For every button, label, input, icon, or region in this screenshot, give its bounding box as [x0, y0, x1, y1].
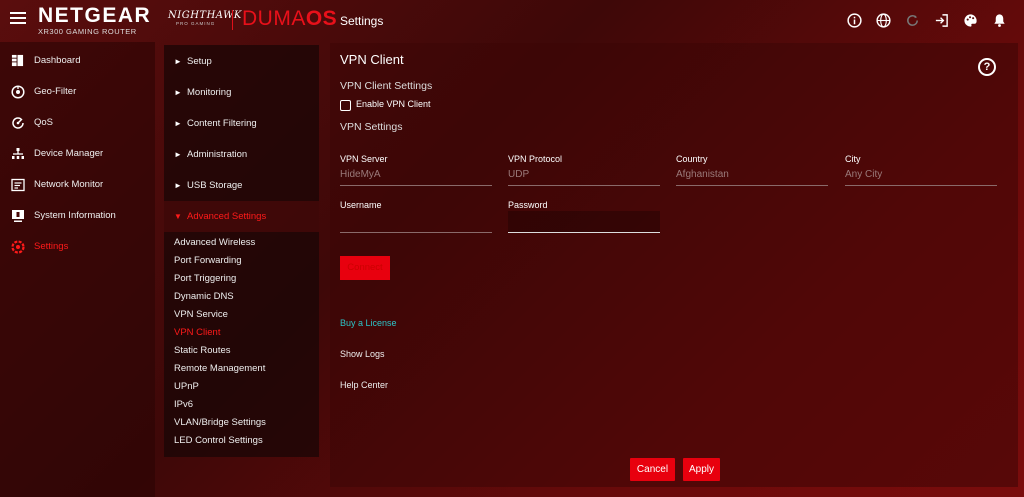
nav-item-vpn-client[interactable]: VPN Client — [174, 327, 220, 338]
nav-item-advanced-wireless[interactable]: Advanced Wireless — [174, 237, 255, 248]
nav-item-led-control-settings[interactable]: LED Control Settings — [174, 435, 263, 446]
connect-button[interactable]: Connect — [340, 256, 390, 280]
caret-right-icon: ► — [174, 150, 182, 159]
network-monitor-icon — [10, 177, 25, 192]
nav-section-advanced-settings[interactable]: ▼ Advanced Settings — [164, 201, 319, 232]
nav-section-content-filtering[interactable]: ► Content Filtering — [164, 108, 319, 139]
caret-down-icon: ▼ — [174, 212, 182, 221]
nav-section-setup[interactable]: ► Setup — [164, 46, 319, 77]
username-label: Username — [340, 200, 382, 210]
nighthawk-name: NIGHTHAWK — [168, 10, 242, 21]
help-icon[interactable]: ? — [978, 58, 996, 76]
bell-icon[interactable] — [991, 12, 1008, 29]
nav-section-monitoring[interactable]: ► Monitoring — [164, 77, 319, 108]
nav-item-static-routes[interactable]: Static Routes — [174, 345, 231, 356]
show-logs-link[interactable]: Show Logs — [340, 349, 385, 359]
main-sidebar: Dashboard Geo-Filter QoS Device Manager … — [0, 42, 155, 497]
refresh-icon[interactable] — [904, 12, 921, 29]
vpn-server-select[interactable]: HideMyA — [340, 164, 492, 186]
brand-name: NETGEAR — [38, 4, 152, 27]
geo-filter-icon — [10, 84, 25, 99]
sidebar-item-label: Settings — [34, 241, 69, 252]
nav-section-label: Setup — [187, 56, 212, 67]
sidebar-item-label: Dashboard — [34, 55, 81, 66]
nav-item-dynamic-dns[interactable]: Dynamic DNS — [174, 291, 234, 302]
sidebar-item-label: Device Manager — [34, 148, 104, 159]
palette-icon[interactable] — [962, 12, 979, 29]
nav-item-port-forwarding[interactable]: Port Forwarding — [174, 255, 242, 266]
nav-item-ipv6[interactable]: IPv6 — [174, 399, 193, 410]
nav-item-vpn-service[interactable]: VPN Service — [174, 309, 228, 320]
dashboard-icon — [10, 53, 25, 68]
os-name-a: DUMA — [242, 7, 306, 30]
country-label: Country — [676, 154, 708, 164]
nav-section-usb-storage[interactable]: ► USB Storage — [164, 170, 319, 201]
globe-icon[interactable] — [875, 12, 892, 29]
sidebar-item-device-manager[interactable]: Device Manager — [0, 138, 155, 169]
apply-button[interactable]: Apply — [683, 458, 720, 481]
vpn-server-label: VPN Server — [340, 154, 388, 164]
nav-item-remote-management[interactable]: Remote Management — [174, 363, 265, 374]
device-manager-icon — [10, 146, 25, 161]
enable-vpn-label: Enable VPN Client — [356, 99, 431, 109]
sidebar-item-label: QoS — [34, 117, 54, 128]
sidebar-item-label: System Information — [34, 210, 116, 221]
sidebar-item-geo-filter[interactable]: Geo-Filter — [0, 76, 155, 107]
nav-section-administration[interactable]: ► Administration — [164, 139, 319, 170]
sidebar-item-label: Geo-Filter — [34, 86, 77, 97]
city-label: City — [845, 154, 861, 164]
sidebar-item-settings[interactable]: Settings — [0, 231, 155, 262]
vpn-settings-heading: VPN Settings — [340, 121, 403, 133]
city-select[interactable]: Any City — [845, 164, 997, 186]
username-input[interactable] — [340, 211, 492, 233]
qos-icon — [10, 115, 25, 130]
menu-icon[interactable] — [10, 12, 26, 26]
nav-item-port-triggering[interactable]: Port Triggering — [174, 273, 236, 284]
system-info-icon — [10, 208, 25, 223]
info-icon[interactable] — [846, 12, 863, 29]
vpn-client-settings-heading: VPN Client Settings — [340, 80, 433, 92]
cancel-button[interactable]: Cancel — [630, 458, 675, 481]
nav-section-label: Administration — [187, 149, 248, 160]
vpn-protocol-select[interactable]: UDP — [508, 164, 660, 186]
nav-section-label: USB Storage — [187, 180, 243, 191]
nav-item-upnp[interactable]: UPnP — [174, 381, 199, 392]
password-label: Password — [508, 200, 548, 210]
caret-right-icon: ► — [174, 88, 182, 97]
enable-vpn-checkbox[interactable] — [340, 100, 351, 111]
password-input[interactable] — [508, 211, 660, 233]
header-divider — [232, 10, 233, 30]
nighthawk-logo: NIGHTHAWK PRO GAMING — [168, 10, 242, 26]
sidebar-item-system-information[interactable]: System Information — [0, 200, 155, 231]
os-name-b: OS — [305, 7, 338, 30]
nav-section-label: Monitoring — [187, 87, 232, 98]
vpn-protocol-label: VPN Protocol — [508, 154, 563, 164]
nav-section-label: Advanced Settings — [187, 211, 267, 222]
sidebar-item-network-monitor[interactable]: Network Monitor — [0, 169, 155, 200]
header-toolbar — [846, 12, 1008, 29]
panel-title: VPN Client — [340, 52, 404, 67]
duma-os-logo: DUMAOS — [242, 8, 337, 30]
vpn-client-panel: VPN Client ? VPN Client Settings Enable … — [330, 43, 1018, 487]
netgear-logo: NETGEAR XR300 GAMING ROUTER — [38, 4, 152, 37]
caret-right-icon: ► — [174, 119, 182, 128]
sidebar-item-qos[interactable]: QoS — [0, 107, 155, 138]
nav-section-label: Content Filtering — [187, 118, 257, 129]
settings-nav: ► Setup ► Monitoring ► Content Filtering… — [164, 45, 319, 457]
page-title: Settings — [340, 14, 384, 28]
nav-item-vlan-bridge-settings[interactable]: VLAN/Bridge Settings — [174, 417, 266, 428]
top-bar: NETGEAR XR300 GAMING ROUTER NIGHTHAWK PR… — [0, 0, 1024, 42]
sidebar-item-dashboard[interactable]: Dashboard — [0, 45, 155, 76]
buy-license-link[interactable]: Buy a License — [340, 318, 397, 328]
country-select[interactable]: Afghanistan — [676, 164, 828, 186]
caret-right-icon: ► — [174, 181, 182, 190]
caret-right-icon: ► — [174, 57, 182, 66]
sidebar-item-label: Network Monitor — [34, 179, 104, 190]
settings-icon — [10, 239, 25, 254]
brand-subtitle: XR300 GAMING ROUTER — [38, 27, 137, 36]
logout-icon[interactable] — [933, 12, 950, 29]
help-center-link[interactable]: Help Center — [340, 380, 388, 390]
